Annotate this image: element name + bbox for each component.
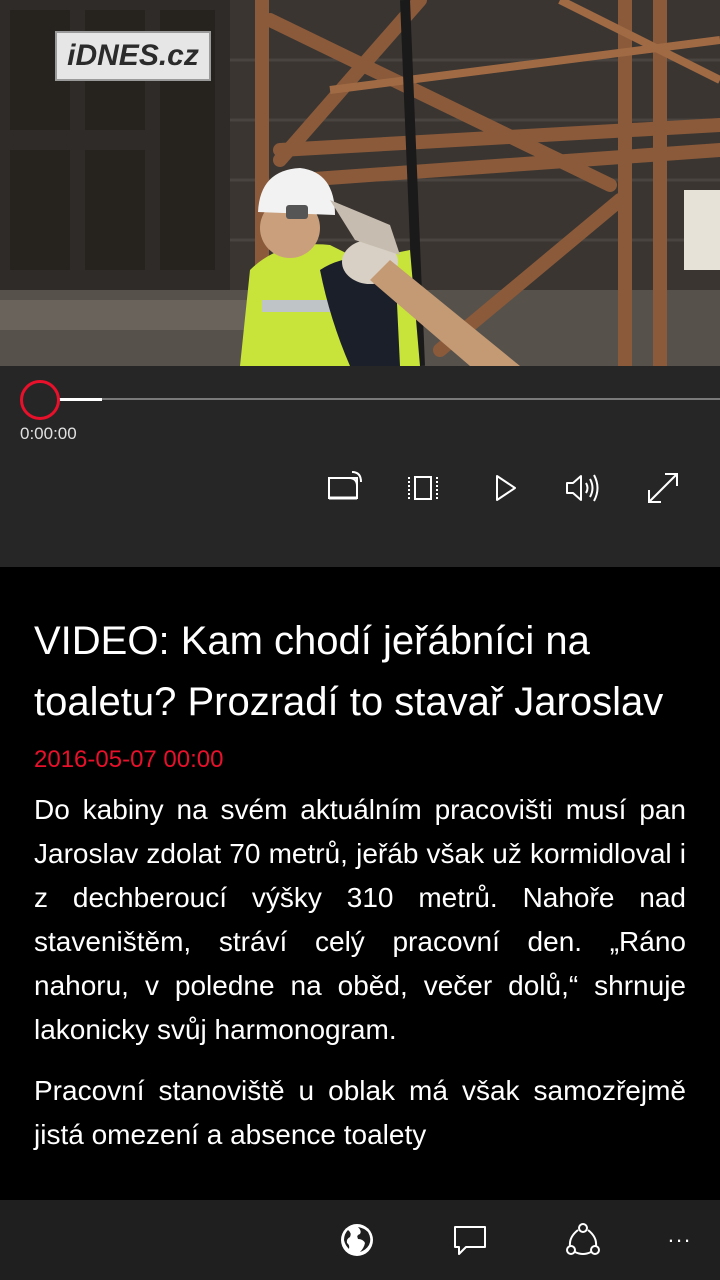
article-body: VIDEO: Kam chodí jeřábníci na toaletu? P…	[0, 567, 720, 1200]
idnes-watermark-logo: iDNES.cz	[55, 31, 211, 81]
article-headline: VIDEO: Kam chodí jeřábníci na toaletu? P…	[34, 619, 664, 724]
progress-track[interactable]	[40, 398, 720, 400]
fullscreen-icon	[648, 473, 678, 503]
video-frame[interactable]: iDNES.cz	[0, 0, 720, 366]
comment-icon	[454, 1226, 486, 1255]
cast-icon	[328, 471, 362, 500]
volume-icon	[566, 474, 599, 502]
play-button[interactable]	[482, 466, 526, 510]
aspect-ratio-icon	[408, 476, 438, 500]
share-button[interactable]	[561, 1218, 605, 1262]
article-paragraph: Do kabiny na svém aktuálním pracovišti m…	[34, 794, 686, 1045]
volume-button[interactable]	[561, 466, 605, 510]
current-time: 0:00:00	[20, 424, 77, 443]
cast-button[interactable]	[321, 466, 365, 510]
share-icon	[566, 1223, 600, 1255]
article-date: 2016-05-07 00:00	[34, 746, 224, 773]
video-player-controls: 0:00:00	[0, 366, 720, 567]
bottom-app-bar: ...	[0, 1200, 720, 1280]
comments-button[interactable]	[448, 1218, 492, 1262]
aspect-ratio-button[interactable]	[401, 466, 445, 510]
article-paragraph: Pracovní stanoviště u oblak má však samo…	[34, 1075, 686, 1150]
globe-icon	[341, 1224, 373, 1256]
more-options-button[interactable]: ...	[660, 1222, 700, 1252]
play-icon	[496, 475, 516, 501]
open-in-browser-button[interactable]	[335, 1218, 379, 1262]
fullscreen-button[interactable]	[641, 466, 685, 510]
progress-thumb[interactable]	[20, 380, 60, 420]
